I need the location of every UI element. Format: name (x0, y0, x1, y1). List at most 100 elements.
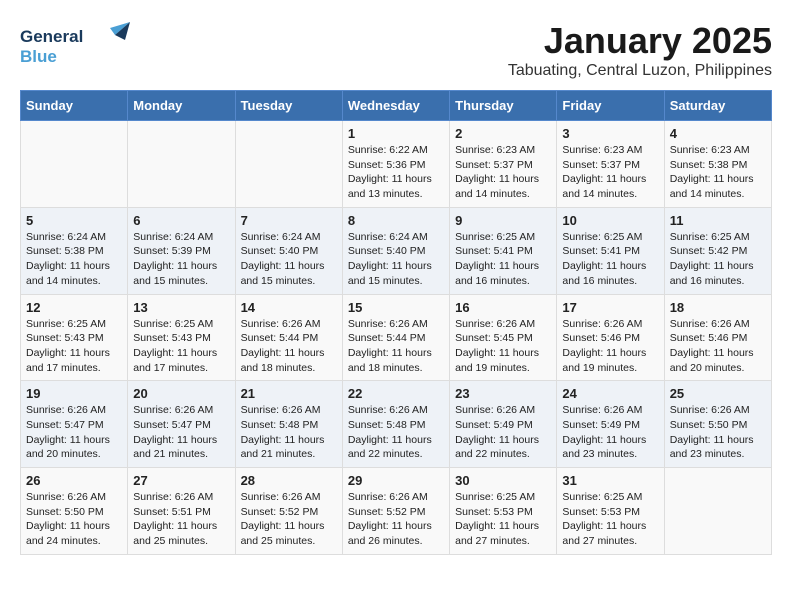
day-info: Sunrise: 6:24 AMSunset: 5:40 PMDaylight:… (348, 230, 444, 289)
calendar-week-row: 26 Sunrise: 6:26 AMSunset: 5:50 PMDayligh… (21, 468, 772, 555)
day-info: Sunrise: 6:26 AMSunset: 5:52 PMDaylight:… (241, 490, 337, 549)
day-info: Sunrise: 6:26 AMSunset: 5:51 PMDaylight:… (133, 490, 229, 549)
day-info: Sunrise: 6:26 AMSunset: 5:46 PMDaylight:… (562, 317, 658, 376)
calendar-cell: 19 Sunrise: 6:26 AMSunset: 5:47 PMDayligh… (21, 381, 128, 468)
calendar-table: SundayMondayTuesdayWednesdayThursdayFrid… (20, 90, 772, 555)
day-info: Sunrise: 6:26 AMSunset: 5:47 PMDaylight:… (26, 403, 122, 462)
day-number: 21 (241, 386, 337, 401)
day-info: Sunrise: 6:25 AMSunset: 5:42 PMDaylight:… (670, 230, 766, 289)
day-number: 2 (455, 126, 551, 141)
day-number: 23 (455, 386, 551, 401)
calendar-cell: 7 Sunrise: 6:24 AMSunset: 5:40 PMDaylight… (235, 207, 342, 294)
calendar-cell: 20 Sunrise: 6:26 AMSunset: 5:47 PMDayligh… (128, 381, 235, 468)
calendar-cell: 16 Sunrise: 6:26 AMSunset: 5:45 PMDayligh… (450, 294, 557, 381)
day-info: Sunrise: 6:26 AMSunset: 5:45 PMDaylight:… (455, 317, 551, 376)
calendar-cell (21, 121, 128, 208)
calendar-cell: 27 Sunrise: 6:26 AMSunset: 5:51 PMDayligh… (128, 468, 235, 555)
weekday-header-row: SundayMondayTuesdayWednesdayThursdayFrid… (21, 91, 772, 121)
day-number: 3 (562, 126, 658, 141)
day-info: Sunrise: 6:24 AMSunset: 5:38 PMDaylight:… (26, 230, 122, 289)
calendar-cell: 31Sunrise: 6:25 AMSunset: 5:53 PMDayligh… (557, 468, 664, 555)
day-info: Sunrise: 6:23 AMSunset: 5:37 PMDaylight:… (455, 143, 551, 202)
day-number: 5 (26, 213, 122, 228)
day-number: 24 (562, 386, 658, 401)
day-info: Sunrise: 6:23 AMSunset: 5:37 PMDaylight:… (562, 143, 658, 202)
logo-text-block: General Blue (20, 20, 130, 75)
calendar-cell: 2 Sunrise: 6:23 AMSunset: 5:37 PMDaylight… (450, 121, 557, 208)
calendar-cell: 18 Sunrise: 6:26 AMSunset: 5:46 PMDayligh… (664, 294, 771, 381)
day-number: 26 (26, 473, 122, 488)
calendar-week-row: 5 Sunrise: 6:24 AMSunset: 5:38 PMDaylight… (21, 207, 772, 294)
logo: General Blue (20, 20, 130, 75)
day-number: 12 (26, 300, 122, 315)
weekday-header-monday: Monday (128, 91, 235, 121)
calendar-cell: 15Sunrise: 6:26 AMSunset: 5:44 PMDayligh… (342, 294, 449, 381)
svg-text:Blue: Blue (20, 47, 57, 66)
day-info: Sunrise: 6:26 AMSunset: 5:49 PMDaylight:… (455, 403, 551, 462)
day-info: Sunrise: 6:26 AMSunset: 5:44 PMDaylight:… (241, 317, 337, 376)
day-number: 14 (241, 300, 337, 315)
day-number: 30 (455, 473, 551, 488)
calendar-cell: 26 Sunrise: 6:26 AMSunset: 5:50 PMDayligh… (21, 468, 128, 555)
day-info: Sunrise: 6:26 AMSunset: 5:50 PMDaylight:… (26, 490, 122, 549)
calendar-cell: 13Sunrise: 6:25 AMSunset: 5:43 PMDayligh… (128, 294, 235, 381)
title-block: January 2025 Tabuating, Central Luzon, P… (508, 20, 772, 80)
day-number: 13 (133, 300, 229, 315)
day-number: 9 (455, 213, 551, 228)
day-number: 15 (348, 300, 444, 315)
weekday-header-sunday: Sunday (21, 91, 128, 121)
calendar-cell (128, 121, 235, 208)
logo-svg: General Blue (20, 20, 130, 70)
day-number: 11 (670, 213, 766, 228)
day-number: 7 (241, 213, 337, 228)
weekday-header-wednesday: Wednesday (342, 91, 449, 121)
day-number: 16 (455, 300, 551, 315)
day-info: Sunrise: 6:26 AMSunset: 5:49 PMDaylight:… (562, 403, 658, 462)
weekday-header-thursday: Thursday (450, 91, 557, 121)
calendar-cell (664, 468, 771, 555)
calendar-cell: 12Sunrise: 6:25 AMSunset: 5:43 PMDayligh… (21, 294, 128, 381)
day-info: Sunrise: 6:22 AMSunset: 5:36 PMDaylight:… (348, 143, 444, 202)
day-number: 31 (562, 473, 658, 488)
page-header: General Blue January 2025 Tabuating, Cen… (20, 20, 772, 80)
calendar-cell: 8 Sunrise: 6:24 AMSunset: 5:40 PMDaylight… (342, 207, 449, 294)
calendar-cell: 6Sunrise: 6:24 AMSunset: 5:39 PMDaylight… (128, 207, 235, 294)
calendar-cell: 11 Sunrise: 6:25 AMSunset: 5:42 PMDayligh… (664, 207, 771, 294)
calendar-cell (235, 121, 342, 208)
day-info: Sunrise: 6:25 AMSunset: 5:41 PMDaylight:… (455, 230, 551, 289)
day-number: 25 (670, 386, 766, 401)
month-title: January 2025 (508, 20, 772, 62)
day-number: 19 (26, 386, 122, 401)
calendar-cell: 22 Sunrise: 6:26 AMSunset: 5:48 PMDayligh… (342, 381, 449, 468)
calendar-cell: 5 Sunrise: 6:24 AMSunset: 5:38 PMDaylight… (21, 207, 128, 294)
day-info: Sunrise: 6:26 AMSunset: 5:50 PMDaylight:… (670, 403, 766, 462)
day-info: Sunrise: 6:26 AMSunset: 5:48 PMDaylight:… (348, 403, 444, 462)
weekday-header-tuesday: Tuesday (235, 91, 342, 121)
day-info: Sunrise: 6:24 AMSunset: 5:40 PMDaylight:… (241, 230, 337, 289)
day-info: Sunrise: 6:23 AMSunset: 5:38 PMDaylight:… (670, 143, 766, 202)
day-number: 17 (562, 300, 658, 315)
day-number: 27 (133, 473, 229, 488)
day-number: 28 (241, 473, 337, 488)
calendar-cell: 28 Sunrise: 6:26 AMSunset: 5:52 PMDayligh… (235, 468, 342, 555)
day-number: 22 (348, 386, 444, 401)
day-info: Sunrise: 6:26 AMSunset: 5:52 PMDaylight:… (348, 490, 444, 549)
calendar-week-row: 1Sunrise: 6:22 AMSunset: 5:36 PMDaylight… (21, 121, 772, 208)
day-number: 8 (348, 213, 444, 228)
day-number: 20 (133, 386, 229, 401)
calendar-cell: 4Sunrise: 6:23 AMSunset: 5:38 PMDaylight… (664, 121, 771, 208)
calendar-cell: 3 Sunrise: 6:23 AMSunset: 5:37 PMDaylight… (557, 121, 664, 208)
calendar-cell: 17 Sunrise: 6:26 AMSunset: 5:46 PMDayligh… (557, 294, 664, 381)
day-info: Sunrise: 6:24 AMSunset: 5:39 PMDaylight:… (133, 230, 229, 289)
day-info: Sunrise: 6:25 AMSunset: 5:41 PMDaylight:… (562, 230, 658, 289)
calendar-week-row: 12Sunrise: 6:25 AMSunset: 5:43 PMDayligh… (21, 294, 772, 381)
weekday-header-friday: Friday (557, 91, 664, 121)
day-number: 18 (670, 300, 766, 315)
calendar-cell: 14 Sunrise: 6:26 AMSunset: 5:44 PMDayligh… (235, 294, 342, 381)
calendar-cell: 10 Sunrise: 6:25 AMSunset: 5:41 PMDayligh… (557, 207, 664, 294)
day-info: Sunrise: 6:26 AMSunset: 5:47 PMDaylight:… (133, 403, 229, 462)
calendar-cell: 30 Sunrise: 6:25 AMSunset: 5:53 PMDayligh… (450, 468, 557, 555)
day-info: Sunrise: 6:25 AMSunset: 5:53 PMDaylight:… (455, 490, 551, 549)
day-info: Sunrise: 6:26 AMSunset: 5:46 PMDaylight:… (670, 317, 766, 376)
day-number: 10 (562, 213, 658, 228)
